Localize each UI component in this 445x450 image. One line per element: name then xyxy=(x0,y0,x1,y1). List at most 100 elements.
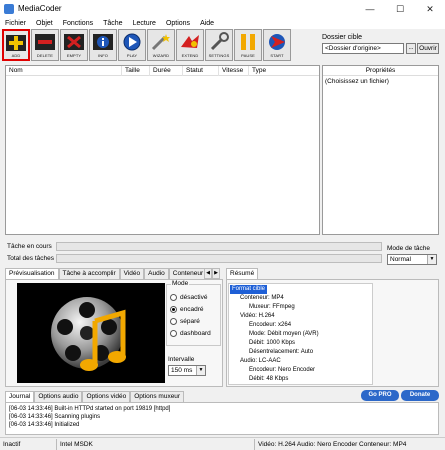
tree-item[interactable]: Conteneur: MP4 xyxy=(240,294,284,303)
add-label: ADD xyxy=(11,53,21,58)
tree-item[interactable]: Vidéo: H.264 xyxy=(240,312,275,321)
tree-item[interactable]: Désentrelacement: Auto xyxy=(249,348,313,357)
menu-fichier[interactable]: Fichier xyxy=(0,18,31,29)
task-mode-value: Normal xyxy=(390,256,411,263)
empty-button[interactable]: EMPTY xyxy=(60,29,88,61)
pause-button[interactable]: PAUSE xyxy=(234,29,262,61)
status-bar: Inactif Intel MSDK Vidéo: H.264 Audio: N… xyxy=(0,437,445,450)
info-button[interactable]: INFO xyxy=(89,29,117,61)
interval-value: 150 ms xyxy=(171,367,193,374)
column-status[interactable]: Statut xyxy=(183,66,219,76)
properties-title: Propriétés xyxy=(323,66,438,76)
tab-audio[interactable]: Audio xyxy=(144,268,169,279)
tab-task[interactable]: Tâche à accomplir xyxy=(58,268,120,279)
tree-item[interactable]: Encodeur: Nero Encoder xyxy=(249,366,315,375)
menu-tache[interactable]: Tâche xyxy=(98,18,127,29)
tree-item[interactable]: Encodeur: x264 xyxy=(249,321,291,330)
tab-video[interactable]: Vidéo xyxy=(119,268,145,279)
file-list-header: Nom Taille Durée Statut Vitesse Type xyxy=(6,66,319,76)
status-separator xyxy=(254,439,255,450)
destination-input[interactable]: <Dossier d'origine> xyxy=(322,43,404,54)
column-duration[interactable]: Durée xyxy=(150,66,183,76)
scroll-right-icon[interactable]: ▶ xyxy=(212,268,220,279)
radio-framed-label: encadré xyxy=(180,306,204,313)
column-name[interactable]: Nom xyxy=(6,66,122,76)
tree-item[interactable]: Audio: LC-AAC xyxy=(240,357,281,366)
radio-dashboard[interactable]: dashboard xyxy=(170,330,211,337)
tab-summary[interactable]: Résumé xyxy=(226,268,259,279)
summary-tree[interactable]: Format cible Conteneur: MP4 Muxeur: FFmp… xyxy=(228,283,373,385)
log-panel[interactable]: [06-03 14:33:46] Built-in HTTPd started … xyxy=(5,402,439,435)
pause-icon xyxy=(236,31,260,53)
tree-item[interactable]: Débit: 48 Kbps xyxy=(249,375,288,384)
menu-objet[interactable]: Objet xyxy=(31,18,58,29)
log-line: [06-03 14:33:46] Built-in HTTPd started … xyxy=(9,406,171,412)
column-speed[interactable]: Vitesse xyxy=(219,66,249,76)
total-tasks-label: Total des tâches xyxy=(7,255,54,262)
summary-tabstrip: Résumé xyxy=(226,268,259,279)
settings-label: SETTINGS xyxy=(208,53,230,58)
preview-panel: Mode désactivé encadré séparé dashboard … xyxy=(5,279,223,387)
play-icon xyxy=(120,31,144,53)
tab-video-options[interactable]: Options vidéo xyxy=(82,391,131,402)
radio-disabled[interactable]: désactivé xyxy=(170,294,207,301)
tree-item[interactable]: Muxeur: FFmpeg xyxy=(249,303,295,312)
mode-title: Mode xyxy=(171,280,190,287)
current-task-label: Tâche en cours xyxy=(7,243,52,250)
delete-label: DELETE xyxy=(36,53,54,58)
tab-journal[interactable]: Journal xyxy=(5,391,35,402)
start-button[interactable]: START xyxy=(263,29,291,61)
total-tasks-progress xyxy=(56,254,382,263)
toolbar: ADD DELETE EMPTY INFO PLAY WIZARD EXTEND… xyxy=(2,29,292,61)
settings-button[interactable]: SETTINGS xyxy=(205,29,233,61)
open-button[interactable]: Ouvrir xyxy=(417,43,439,54)
chevron-down-icon: ▼ xyxy=(196,366,205,375)
go-pro-button[interactable]: Go PRO xyxy=(361,390,399,401)
delete-button[interactable]: DELETE xyxy=(31,29,59,61)
radio-framed[interactable]: encadré xyxy=(170,306,204,313)
log-tabstrip: Journal Options audio Options vidéo Opti… xyxy=(5,391,185,402)
wizard-icon xyxy=(149,31,173,53)
wizard-button[interactable]: WIZARD xyxy=(147,29,175,61)
extend-button[interactable]: EXTEND xyxy=(176,29,204,61)
maximize-button[interactable]: ☐ xyxy=(385,0,415,18)
tree-item[interactable]: Débit: 1000 Kbps xyxy=(249,339,295,348)
menu-lecture[interactable]: Lecture xyxy=(128,18,161,29)
close-button[interactable]: ✕ xyxy=(415,0,445,18)
task-mode-select[interactable]: Normal ▼ xyxy=(387,254,437,265)
menu-aide[interactable]: Aide xyxy=(195,18,219,29)
tab-preview[interactable]: Prévisualisation xyxy=(5,268,59,279)
status-separator xyxy=(56,439,57,450)
radio-dashboard-label: dashboard xyxy=(180,330,211,337)
tab-muxer-options[interactable]: Options muxeur xyxy=(130,391,185,402)
file-list[interactable]: Nom Taille Durée Statut Vitesse Type xyxy=(5,65,320,235)
browse-button[interactable]: ... xyxy=(406,43,416,54)
play-button[interactable]: PLAY xyxy=(118,29,146,61)
column-type[interactable]: Type xyxy=(249,66,319,76)
extend-label: EXTEND xyxy=(181,53,199,58)
tree-item[interactable]: Mode: Débit moyen (AVR) xyxy=(249,330,319,339)
tab-scroll: ◀ ▶ xyxy=(204,268,220,279)
properties-panel: Propriétés (Choisissez un fichier) xyxy=(322,65,439,235)
tab-container[interactable]: Conteneur xyxy=(168,268,208,279)
column-size[interactable]: Taille xyxy=(122,66,150,76)
donate-button[interactable]: Donate xyxy=(401,390,439,401)
tree-root[interactable]: Format cible xyxy=(230,285,268,294)
current-task-progress xyxy=(56,242,382,251)
pause-label: PAUSE xyxy=(241,53,255,58)
interval-select[interactable]: 150 ms ▼ xyxy=(168,365,206,376)
radio-separate[interactable]: séparé xyxy=(170,318,200,325)
title-bar: MediaCoder — ☐ ✕ xyxy=(0,0,445,18)
radio-framed-dot xyxy=(170,306,177,313)
scroll-left-icon[interactable]: ◀ xyxy=(204,268,212,279)
menu-options[interactable]: Options xyxy=(161,18,195,29)
add-button[interactable]: ADD xyxy=(2,29,30,61)
tab-audio-options[interactable]: Options audio xyxy=(34,391,83,402)
radio-dashboard-dot xyxy=(170,330,177,337)
menu-fonctions[interactable]: Fonctions xyxy=(58,18,98,29)
destination-label: Dossier cible xyxy=(322,34,363,41)
minimize-button[interactable]: — xyxy=(355,0,385,18)
empty-icon xyxy=(62,31,86,53)
wizard-label: WIZARD xyxy=(152,53,170,58)
settings-icon xyxy=(207,31,231,53)
